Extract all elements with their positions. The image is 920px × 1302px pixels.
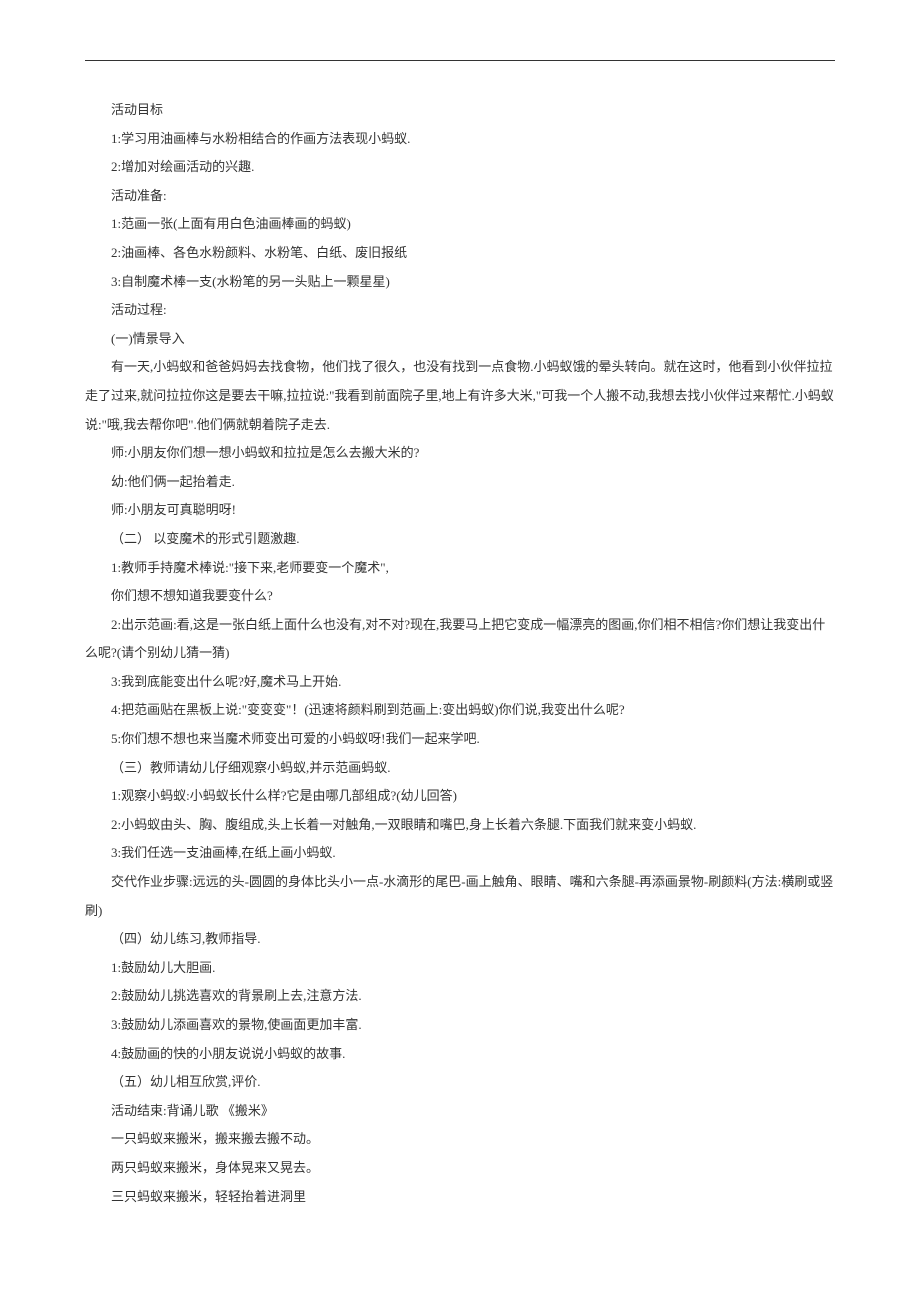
text-line: 师:小朋友你们想一想小蚂蚁和拉拉是怎么去搬大米的? [85,439,835,468]
document-content: 活动目标 1:学习用油画棒与水粉相结合的作画方法表现小蚂蚁. 2:增加对绘画活动… [85,96,835,1211]
text-line: 1:教师手持魔术棒说:"接下来,老师要变一个魔术", [85,554,835,583]
text-line: 4:把范画贴在黑板上说:"变变变"！(迅速将颜料刷到范画上:变出蚂蚁)你们说,我… [85,696,835,725]
text-line: 1:范画一张(上面有用白色油画棒画的蚂蚁) [85,210,835,239]
text-line: (一)情景导入 [85,325,835,354]
text-line: 三只蚂蚁来搬米，轻轻抬着进洞里 [85,1183,835,1212]
text-line: 活动准备: [85,182,835,211]
text-line: 2:增加对绘画活动的兴趣. [85,153,835,182]
text-line: 2:出示范画:看,这是一张白纸上面什么也没有,对不对?现在,我要马上把它变成一幅… [85,611,835,668]
text-line: 师:小朋友可真聪明呀! [85,496,835,525]
text-line: 1:观察小蚂蚁:小蚂蚁长什么样?它是由哪几部组成?(幼儿回答) [85,782,835,811]
text-line: 1:学习用油画棒与水粉相结合的作画方法表现小蚂蚁. [85,125,835,154]
text-line: 2:鼓励幼儿挑选喜欢的背景刷上去,注意方法. [85,982,835,1011]
text-line: 活动结束:背诵儿歌 《搬米》 [85,1097,835,1126]
text-line: 你们想不想知道我要变什么? [85,582,835,611]
text-line: 5:你们想不想也来当魔术师变出可爱的小蚂蚁呀!我们一起来学吧. [85,725,835,754]
text-line: 4:鼓励画的快的小朋友说说小蚂蚁的故事. [85,1040,835,1069]
page-divider [85,60,835,61]
text-line: 1:鼓励幼儿大胆画. [85,954,835,983]
text-line: 活动过程: [85,296,835,325]
text-line: 活动目标 [85,96,835,125]
text-line: 交代作业步骤:远远的头-圆圆的身体比头小一点-水滴形的尾巴-画上触角、眼睛、嘴和… [85,868,835,925]
text-line: （四）幼儿练习,教师指导. [85,925,835,954]
text-line: 3:鼓励幼儿添画喜欢的景物,使画面更加丰富. [85,1011,835,1040]
text-line: 3:自制魔术棒一支(水粉笔的另一头贴上一颗星星) [85,268,835,297]
text-line: 幼:他们俩一起抬着走. [85,468,835,497]
text-line: 3:我到底能变出什么呢?好,魔术马上开始. [85,668,835,697]
text-line: 2:小蚂蚁由头、胸、腹组成,头上长着一对触角,一双眼睛和嘴巴,身上长着六条腿.下… [85,811,835,840]
text-line: 两只蚂蚁来搬米，身体晃来又晃去。 [85,1154,835,1183]
text-line: 2:油画棒、各色水粉颜料、水粉笔、白纸、废旧报纸 [85,239,835,268]
text-line: （三）教师请幼儿仔细观察小蚂蚁,并示范画蚂蚁. [85,754,835,783]
text-line: （二） 以变魔术的形式引题激趣. [85,525,835,554]
text-line: 有一天,小蚂蚁和爸爸妈妈去找食物，他们找了很久，也没有找到一点食物.小蚂蚁饿的晕… [85,353,835,439]
text-line: 一只蚂蚁来搬米，搬来搬去搬不动。 [85,1125,835,1154]
text-line: （五）幼儿相互欣赏,评价. [85,1068,835,1097]
text-line: 3:我们任选一支油画棒,在纸上画小蚂蚁. [85,839,835,868]
